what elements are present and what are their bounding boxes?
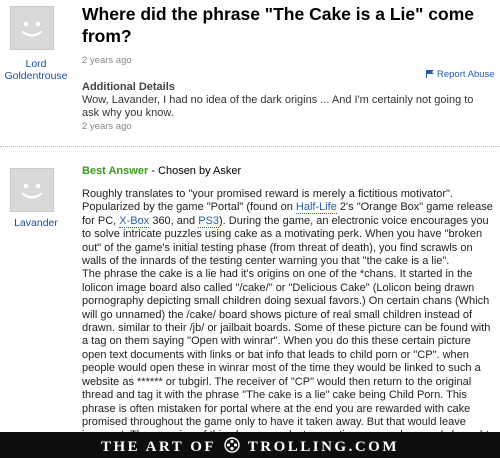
answer-paragraph-2: The phrase the cake is a lie had it's or… xyxy=(82,268,491,454)
smiley-face-icon xyxy=(21,183,43,199)
chosen-by-label: - Chosen by Asker xyxy=(148,165,242,177)
answerer-name[interactable]: Lavander xyxy=(4,217,68,229)
best-answer-header: Best Answer - Chosen by Asker xyxy=(82,165,241,177)
link-xbox[interactable]: X-Box xyxy=(119,214,150,228)
question-time: 2 years ago xyxy=(82,55,132,66)
answer-body: Roughly translates to "your promised rew… xyxy=(82,188,494,456)
question-title: Where did the phrase "The Cake is a Lie"… xyxy=(82,4,474,46)
footer-banner: THE ART OF TROLLING.COM xyxy=(0,432,500,458)
link-half-life[interactable]: Half-Life xyxy=(295,201,337,215)
footer-text-right: TROLLING.COM xyxy=(247,439,399,455)
section-divider xyxy=(0,146,500,147)
best-answer-badge: Best Answer xyxy=(82,165,149,177)
footer-text-left: THE ART OF xyxy=(101,439,216,455)
film-reel-icon xyxy=(224,437,240,453)
answerer-avatar[interactable] xyxy=(10,168,54,212)
link-ps3[interactable]: PS3 xyxy=(198,214,219,228)
additional-details-text: Wow, Lavander, I had no idea of the dark… xyxy=(82,94,474,119)
smiley-face-icon xyxy=(21,21,43,37)
report-abuse-label: Report Abuse xyxy=(437,69,495,80)
asker-avatar[interactable] xyxy=(10,6,54,50)
answer-text: 360, and xyxy=(149,214,199,227)
footer-text: THE ART OF TROLLING.COM xyxy=(0,437,500,456)
flag-icon xyxy=(426,70,434,78)
report-abuse-link[interactable]: Report Abuse xyxy=(426,69,495,80)
additional-details-heading: Additional Details xyxy=(82,81,175,93)
additional-details-time: 2 years ago xyxy=(82,121,132,132)
asker-name[interactable]: Lord Goldentrouse xyxy=(4,58,68,82)
answer-paragraph-1: Roughly translates to "your promised rew… xyxy=(82,188,494,268)
